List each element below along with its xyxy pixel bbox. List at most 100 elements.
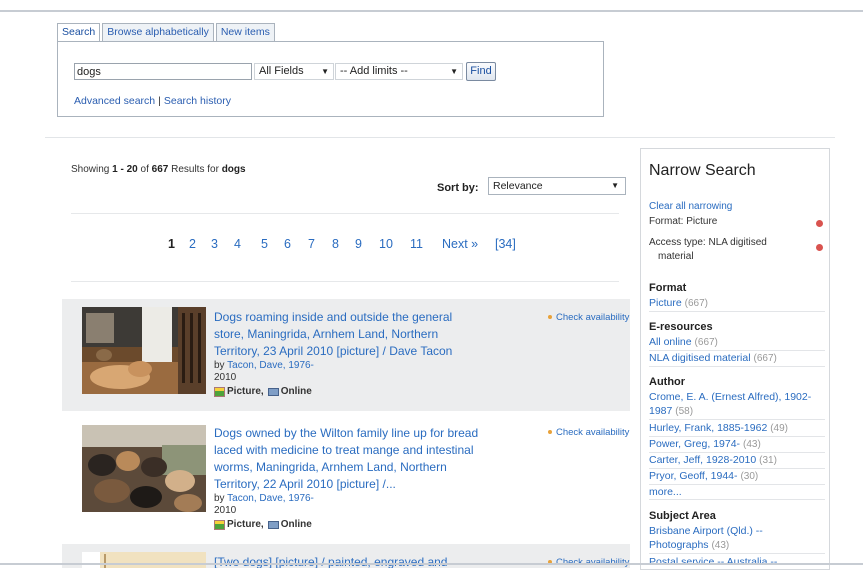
thumbnail[interactable] xyxy=(82,552,206,568)
facet-label: All online xyxy=(649,336,692,348)
title-line: Dogs roaming inside and outside the gene… xyxy=(214,310,453,324)
divider xyxy=(45,137,835,138)
limits-select[interactable]: -- Add limits -- ▼ xyxy=(335,63,463,80)
author-link[interactable]: Tacon, Dave, 1976- xyxy=(227,360,314,371)
title-line: [Two dogs] [picture] / painted, engraved… xyxy=(214,555,448,568)
check-availability-link[interactable]: Check availability xyxy=(548,312,629,323)
last-page-link[interactable]: [34] xyxy=(495,237,516,251)
availability-dot-icon xyxy=(548,315,552,320)
chevron-down-icon: ▼ xyxy=(611,181,619,190)
by-label: by xyxy=(214,493,225,504)
result-title-link[interactable]: Dogs roaming inside and outside the gene… xyxy=(214,309,504,360)
remove-filter-icon[interactable] xyxy=(816,244,823,251)
format-online: Online xyxy=(280,386,312,397)
sort-label: Sort by: xyxy=(437,182,479,194)
page-link[interactable]: 8 xyxy=(332,237,339,251)
facet-label-cont: 1987 xyxy=(649,405,673,417)
facet-count: (58) xyxy=(675,406,694,417)
facet-more-link[interactable]: more... xyxy=(649,485,825,500)
tab-new-items[interactable]: New items xyxy=(215,23,275,41)
next-page-link[interactable]: Next » xyxy=(442,237,478,251)
link-separator: | xyxy=(158,95,161,107)
facet-count: (49) xyxy=(770,423,789,434)
search-panel: All Fields ▼ -- Add limits -- ▼ Find Adv… xyxy=(57,41,604,117)
page-link[interactable]: 7 xyxy=(308,237,315,251)
facet-label: Postal service -- Australia -- xyxy=(649,556,778,568)
pagination: 1 2 3 4 5 6 7 8 9 10 11 Next » [34] xyxy=(62,237,630,253)
thumbnail[interactable] xyxy=(82,307,206,394)
facet-label: Picture xyxy=(649,297,682,309)
facet-item[interactable]: Crome, E. A. (Ernest Alfred), 1902- 1987… xyxy=(649,390,825,420)
page-link[interactable]: 10 xyxy=(379,237,393,251)
result-item: Dogs owned by the Wilton family line up … xyxy=(62,416,630,538)
search-links: Advanced search | Search history xyxy=(74,95,231,107)
facet-label: more... xyxy=(649,486,682,498)
result-title-link[interactable]: Dogs owned by the Wilton family line up … xyxy=(214,425,504,493)
facet-item[interactable]: Brisbane Airport (Qld.) -- Photographs (… xyxy=(649,524,825,554)
page-link[interactable]: 6 xyxy=(284,237,291,251)
advanced-search-link[interactable]: Advanced search xyxy=(74,95,155,107)
author-link[interactable]: Tacon, Dave, 1976- xyxy=(227,493,314,504)
search-input[interactable] xyxy=(74,63,252,80)
showing-label: Showing xyxy=(71,164,110,175)
page-link[interactable]: 9 xyxy=(355,237,362,251)
applied-filter-access: Access type: NLA digitised xyxy=(649,237,767,248)
tab-browse-alphabetically[interactable]: Browse alphabetically xyxy=(102,23,214,41)
availability-label: Check availability xyxy=(556,312,630,323)
find-button[interactable]: Find xyxy=(466,62,496,81)
chevron-down-icon: ▼ xyxy=(321,67,329,76)
thumbnail[interactable] xyxy=(82,425,206,512)
field-select-value: All Fields xyxy=(259,65,304,77)
page-link-current: 1 xyxy=(168,237,175,251)
facet-label: NLA digitised material xyxy=(649,352,751,364)
remove-filter-icon[interactable] xyxy=(816,220,823,227)
clear-all-narrowing-link[interactable]: Clear all narrowing xyxy=(649,200,732,214)
result-formats: Picture, Online xyxy=(214,386,312,397)
range-start: 1 xyxy=(112,164,118,175)
field-select[interactable]: All Fields ▼ xyxy=(254,63,334,80)
title-line: worms, Maningrida, Arnhem Land, Northern xyxy=(214,460,447,474)
page-link[interactable]: 11 xyxy=(410,237,423,251)
page-link[interactable]: 3 xyxy=(211,237,218,251)
search-history-link[interactable]: Search history xyxy=(164,95,231,107)
facet-item[interactable]: Postal service -- Australia -- xyxy=(649,555,825,569)
facet-item[interactable]: All online (667) xyxy=(649,335,825,351)
facet-count: (43) xyxy=(742,439,761,450)
picture-icon xyxy=(214,519,225,530)
facet-item[interactable]: Picture (667) xyxy=(649,296,825,312)
divider xyxy=(71,213,619,214)
result-title-link[interactable]: [Two dogs] [picture] / painted, engraved… xyxy=(214,554,504,568)
result-item: Dogs roaming inside and outside the gene… xyxy=(62,299,630,411)
check-availability-link[interactable]: Check availability xyxy=(548,427,629,438)
facet-heading-author: Author xyxy=(649,376,686,388)
facet-label: Hurley, Frank, 1885-1962 xyxy=(649,422,768,434)
facet-item[interactable]: Pryor, Geoff, 1944- (30) xyxy=(649,469,825,485)
result-year: 2010 xyxy=(214,372,237,383)
facet-label: Crome, E. A. (Ernest Alfred), 1902- xyxy=(649,391,812,403)
facet-item[interactable]: NLA digitised material (667) xyxy=(649,351,825,367)
of-label: of xyxy=(140,164,149,175)
sort-select[interactable]: Relevance ▼ xyxy=(488,177,626,195)
results-total: 667 xyxy=(151,164,169,175)
facet-item[interactable]: Power, Greg, 1974- (43) xyxy=(649,437,825,453)
range-end: 20 xyxy=(126,164,138,175)
facet-count: (667) xyxy=(684,298,708,309)
facet-label-cont: Photographs xyxy=(649,539,709,551)
page-link[interactable]: 4 xyxy=(234,237,241,251)
facet-item[interactable]: Hurley, Frank, 1885-1962 (49) xyxy=(649,421,825,437)
results-summary: Showing 1 - 20 of 667 Results for dogs xyxy=(71,164,246,175)
facet-count: (667) xyxy=(753,353,777,364)
facet-heading-format: Format xyxy=(649,282,687,294)
page-link[interactable]: 5 xyxy=(261,237,268,251)
search-tabs: Search Browse alphabetically New items xyxy=(57,23,275,42)
search-term: dogs xyxy=(221,164,246,175)
results-panel: Showing 1 - 20 of 667 Results for dogs S… xyxy=(62,148,630,568)
tab-search[interactable]: Search xyxy=(57,23,101,42)
title-line: store, Maningrida, Arnhem Land, Northern xyxy=(214,327,439,341)
facet-label: Brisbane Airport (Qld.) -- xyxy=(649,525,763,537)
format-picture: Picture, xyxy=(227,386,264,397)
chevron-down-icon: ▼ xyxy=(450,67,458,76)
picture-icon xyxy=(214,386,225,397)
facet-item[interactable]: Carter, Jeff, 1928-2010 (31) xyxy=(649,453,825,469)
page-link[interactable]: 2 xyxy=(189,237,196,251)
